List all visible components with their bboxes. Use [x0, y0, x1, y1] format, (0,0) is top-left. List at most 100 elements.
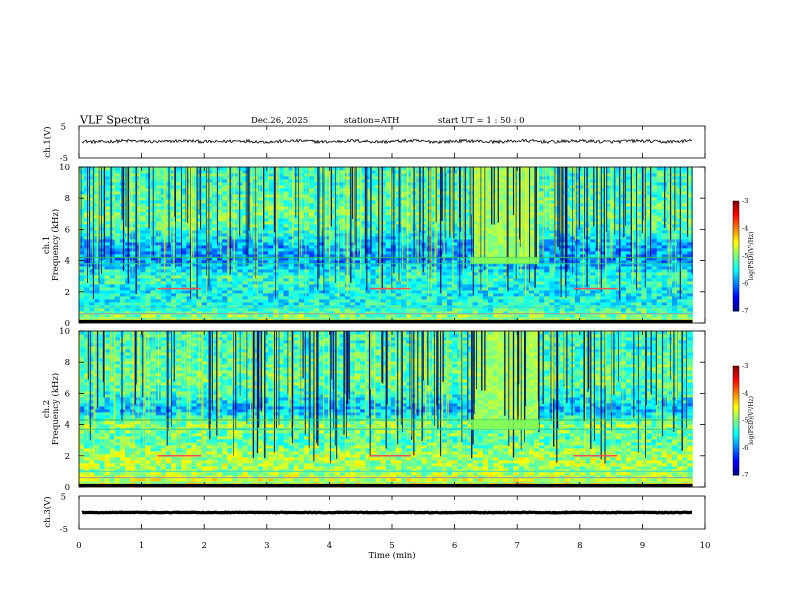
- spectrogram-cell: [493, 308, 499, 312]
- spectrogram-cell: [176, 224, 182, 228]
- spectrogram-cell: [263, 239, 269, 243]
- spectrogram-cell: [365, 248, 371, 252]
- spectrogram-cell: [165, 296, 172, 300]
- spectrogram-cell: [518, 299, 525, 303]
- spectrogram-cell: [232, 245, 238, 249]
- spectrogram-cell: [278, 245, 284, 249]
- spectrogram-cell: [278, 230, 284, 234]
- spectrogram-cell: [114, 218, 121, 222]
- spectrogram-cell: [329, 290, 336, 294]
- spectrogram-cell: [278, 299, 284, 303]
- spectrogram-cell: [119, 203, 126, 207]
- spectrogram-cell: [436, 236, 443, 240]
- spectrogram-cell: [487, 287, 494, 291]
- spectrogram-cell: [257, 281, 264, 285]
- spectrogram-cell: [309, 245, 315, 249]
- spectrogram-cell: [523, 299, 530, 303]
- spectrogram-cell: [436, 224, 443, 228]
- spectrogram-cell: [237, 239, 243, 243]
- spectrogram-cell: [99, 260, 105, 264]
- spectrogram-cell: [544, 281, 550, 285]
- spectrogram-cell: [181, 290, 187, 294]
- spectrogram-cell: [467, 296, 474, 300]
- spectrogram-cell: [140, 290, 146, 294]
- spectrogram-cell: [211, 191, 218, 195]
- spectrogram-cell: [104, 167, 111, 171]
- spectrogram-cell: [539, 239, 545, 243]
- spectrogram-cell: [140, 188, 146, 192]
- spectrogram-cell: [196, 308, 203, 312]
- spectrogram-cell: [247, 230, 254, 234]
- spectrogram-cell: [564, 308, 571, 312]
- spectrogram-cell: [99, 266, 105, 270]
- spectrogram-cell: [487, 182, 494, 186]
- spectrogram-cell: [237, 278, 243, 282]
- spectrogram-cell: [380, 188, 387, 192]
- spectrogram-cell: [431, 299, 438, 303]
- spectrogram-cell: [513, 302, 520, 306]
- spectrogram-cell: [477, 290, 484, 294]
- spectrogram-cell: [539, 215, 545, 219]
- spectrogram-cell: [247, 293, 254, 297]
- spectrogram-cell: [390, 299, 397, 303]
- spectrogram-cell: [309, 296, 315, 300]
- spectrogram-cell: [99, 314, 105, 318]
- spectrogram-cell: [273, 290, 279, 294]
- spectrogram-cell: [365, 200, 371, 204]
- spectrogram-cell: [206, 293, 213, 297]
- spectrogram-cell: [104, 299, 111, 303]
- spectrogram-cell: [539, 209, 545, 213]
- spectrogram-cell: [416, 278, 422, 282]
- spectrogram-cell: [278, 278, 284, 282]
- spectrogram-cell: [114, 293, 121, 297]
- spectrogram-cell: [498, 248, 504, 252]
- spectrogram-cell: [263, 281, 269, 285]
- spectrogram-cell: [477, 314, 484, 318]
- spectrogram-cell: [278, 308, 284, 312]
- spectrogram-cell: [242, 245, 249, 249]
- spectrogram-cell: [487, 284, 494, 288]
- spectrogram-cell: [206, 308, 213, 312]
- spectrogram-cell: [242, 185, 249, 189]
- spectrogram-cell: [114, 236, 121, 240]
- spectrogram-cell: [104, 206, 111, 210]
- spectrogram-cell: [293, 299, 300, 303]
- spectrogram-cell: [534, 308, 540, 312]
- spectrogram-cell: [370, 314, 376, 318]
- spectrogram-cell: [355, 266, 361, 270]
- spectrogram-cell: [380, 206, 387, 210]
- spectrogram-cell: [487, 299, 494, 303]
- spectrogram-cell: [431, 290, 438, 294]
- spectrogram-cell: [508, 290, 514, 294]
- spectrogram-cell: [370, 290, 376, 294]
- spectrogram-cell: [145, 170, 151, 174]
- spectrogram-cell: [273, 269, 279, 273]
- spectrogram-cell: [339, 287, 346, 291]
- spectrogram-cell: [487, 281, 494, 285]
- spectrogram-cell: [523, 296, 530, 300]
- spectrogram-cell: [355, 308, 361, 312]
- spectrogram-cell: [273, 275, 279, 279]
- spectrogram-cell: [181, 272, 187, 276]
- spectrogram-cell: [109, 281, 116, 285]
- spectrogram-cell: [263, 269, 269, 273]
- spectrogram-cell: [380, 299, 387, 303]
- spectrogram-cell: [303, 236, 310, 240]
- spectrogram-cell: [426, 308, 433, 312]
- spectrogram-cell: [283, 251, 289, 255]
- spectrogram-cell: [84, 293, 90, 297]
- spectrogram-cell: [431, 284, 438, 288]
- spectrogram-cell: [365, 260, 371, 264]
- spectrogram-cell: [549, 302, 555, 306]
- spectrogram-cell: [140, 185, 146, 189]
- spectrogram-cell: [186, 299, 192, 303]
- spectrogram-cell: [130, 275, 136, 279]
- spectrogram-cell: [339, 281, 346, 285]
- spectrogram-cell: [145, 209, 151, 213]
- spectrogram-cell: [365, 209, 371, 213]
- spectrogram-cell: [487, 218, 494, 222]
- spectrogram-cell: [145, 218, 151, 222]
- spectrogram-cell: [165, 272, 172, 276]
- spectrogram-cell: [222, 233, 228, 237]
- spectrogram-cell: [508, 296, 514, 300]
